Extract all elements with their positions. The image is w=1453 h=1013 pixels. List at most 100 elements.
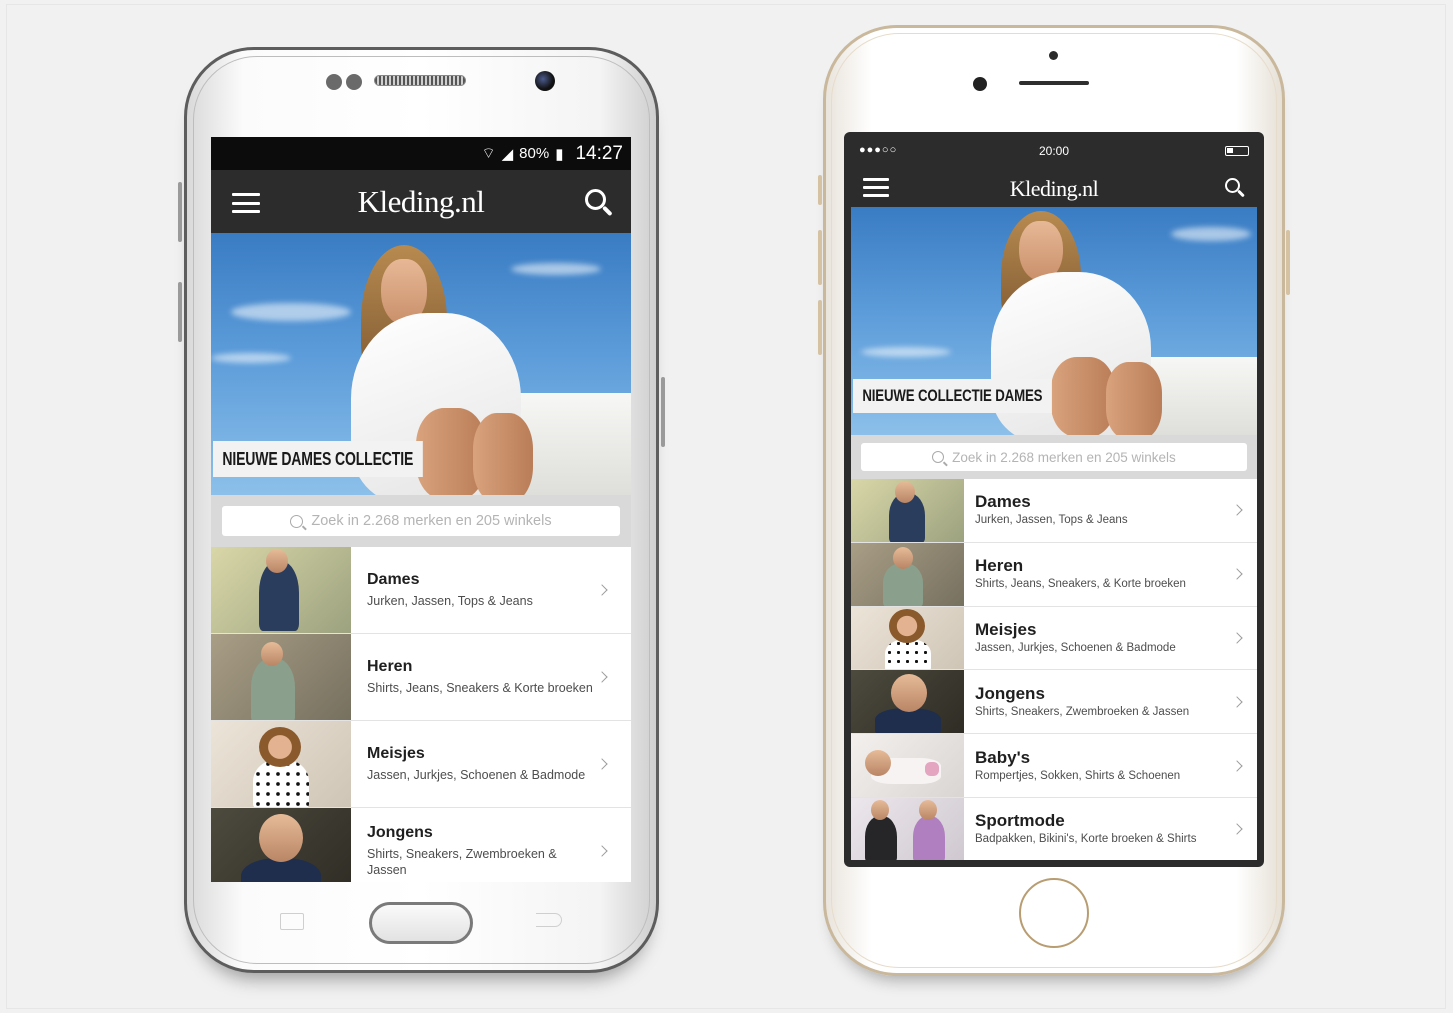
category-row-dames[interactable]: Dames Jurken, Jassen, Tops & Jeans xyxy=(211,547,631,634)
menu-icon[interactable] xyxy=(232,193,260,213)
android-power-button xyxy=(661,377,665,447)
ios-volume-down-button xyxy=(818,300,822,355)
category-text: Dames Jurken, Jassen, Tops & Jeans xyxy=(964,492,1257,528)
android-volume-up-button xyxy=(178,182,182,242)
status-time: 20:00 xyxy=(1038,144,1070,158)
category-subtitle: Jurken, Jassen, Tops & Jeans xyxy=(975,514,1128,527)
ios-screen: ●●●○○ 20:00 Kleding.nl NIEUWE COLLECTIE … xyxy=(844,132,1264,867)
category-image-sportmode xyxy=(851,797,964,860)
ios-status-bar: ●●●○○ 20:00 xyxy=(851,132,1257,170)
category-text: Heren Shirts, Jeans, Sneakers & Korte br… xyxy=(351,658,631,696)
android-front-camera xyxy=(535,71,555,91)
category-image-meisjes xyxy=(211,721,351,807)
category-row-heren[interactable]: Heren Shirts, Jeans, Sneakers, & Korte b… xyxy=(851,542,1257,607)
category-title: Jongens xyxy=(367,823,433,841)
search-input[interactable]: Zoek in 2.268 merken en 205 winkels xyxy=(861,443,1247,471)
category-subtitle: Shirts, Sneakers, Zwembroeken & Jassen xyxy=(975,705,1190,718)
search-input[interactable]: Zoek in 2.268 merken en 205 winkels xyxy=(222,506,620,536)
battery-icon: ▮ xyxy=(555,145,564,163)
category-text: Dames Jurken, Jassen, Tops & Jeans xyxy=(351,571,631,609)
category-row-meisjes[interactable]: Meisjes Jassen, Jurkjes, Schoenen & Badm… xyxy=(211,721,631,808)
ios-mute-switch xyxy=(818,175,822,205)
search-strip: Zoek in 2.268 merken en 205 winkels xyxy=(851,435,1257,479)
category-row-heren[interactable]: Heren Shirts, Jeans, Sneakers & Korte br… xyxy=(211,634,631,721)
category-subtitle: Rompertjes, Sokken, Shirts & Schoenen xyxy=(975,769,1181,782)
category-image-jongens xyxy=(851,670,964,734)
search-icon[interactable] xyxy=(1225,178,1245,198)
category-subtitle: Jurken, Jassen, Tops & Jeans xyxy=(367,593,533,608)
menu-icon[interactable] xyxy=(863,178,889,197)
android-phone: ⌔ ◢ 80% ▮ 14:27 Kleding.nl NIEUWE DAMES … xyxy=(178,47,665,973)
cell-signal-icon: ●●●○○ xyxy=(859,144,898,156)
category-text: Heren Shirts, Jeans, Sneakers, & Korte b… xyxy=(964,556,1257,592)
android-sensors xyxy=(326,74,362,90)
ios-app-header: Kleding.nl xyxy=(851,170,1257,207)
search-field-icon xyxy=(932,451,945,463)
search-field-icon xyxy=(290,514,304,528)
category-image-babys xyxy=(851,734,964,797)
category-text: Sportmode Badpakken, Bikini's, Korte bro… xyxy=(964,811,1257,847)
category-image-dames xyxy=(211,547,351,633)
status-time: 14:27 xyxy=(575,142,623,164)
search-placeholder: Zoek in 2.268 merken en 205 winkels xyxy=(952,449,1176,465)
search-placeholder: Zoek in 2.268 merken en 205 winkels xyxy=(311,513,552,529)
wifi-icon: ⌔ xyxy=(481,145,496,162)
category-image-heren xyxy=(851,542,964,606)
android-volume-down-button xyxy=(178,282,182,342)
category-image-dames xyxy=(851,479,964,542)
category-row-jongens[interactable]: Jongens Shirts, Sneakers, Zwembroeken & … xyxy=(851,670,1257,735)
android-speaker-grille xyxy=(374,75,466,86)
brand-logo[interactable]: Kleding.nl xyxy=(1010,176,1099,202)
android-back-icon[interactable] xyxy=(536,913,562,927)
category-subtitle: Jassen, Jurkjes, Schoenen & Badmode xyxy=(367,767,586,782)
cell-signal-icon: ◢ xyxy=(501,145,514,163)
hero-banner[interactable]: NIEUWE COLLECTIE DAMES xyxy=(851,207,1257,435)
battery-icon xyxy=(1225,146,1249,156)
category-title: Heren xyxy=(367,657,413,675)
category-title: Jongens xyxy=(975,683,1045,703)
category-subtitle: Jassen, Jurkjes, Schoenen & Badmode xyxy=(975,642,1176,655)
category-row-babys[interactable]: Baby's Rompertjes, Sokken, Shirts & Scho… xyxy=(851,734,1257,798)
category-title: Heren xyxy=(975,556,1024,576)
category-text: Meisjes Jassen, Jurkjes, Schoenen & Badm… xyxy=(964,620,1257,656)
ios-front-camera xyxy=(973,77,987,91)
hero-label: NIEUWE DAMES COLLECTIE xyxy=(213,441,423,477)
category-text: Jongens Shirts, Sneakers, Zwembroeken & … xyxy=(351,824,631,879)
category-title: Meisjes xyxy=(367,744,425,762)
category-row-meisjes[interactable]: Meisjes Jassen, Jurkjes, Schoenen & Badm… xyxy=(851,606,1257,671)
category-text: Jongens Shirts, Sneakers, Zwembroeken & … xyxy=(964,684,1257,720)
android-screen: ⌔ ◢ 80% ▮ 14:27 Kleding.nl NIEUWE DAMES … xyxy=(211,137,631,882)
category-text: Baby's Rompertjes, Sokken, Shirts & Scho… xyxy=(964,748,1257,784)
search-icon[interactable] xyxy=(585,189,613,217)
category-subtitle: Shirts, Jeans, Sneakers & Korte broeken xyxy=(367,680,593,695)
category-image-heren xyxy=(211,634,351,720)
category-row-dames[interactable]: Dames Jurken, Jassen, Tops & Jeans xyxy=(851,479,1257,543)
hero-label: NIEUWE COLLECTIE DAMES xyxy=(853,379,1052,413)
category-image-meisjes xyxy=(851,606,964,670)
brand-logo[interactable]: Kleding.nl xyxy=(358,184,485,220)
hero-banner[interactable]: NIEUWE DAMES COLLECTIE xyxy=(211,233,631,495)
category-subtitle: Shirts, Jeans, Sneakers, & Korte broeken xyxy=(975,578,1186,591)
ios-phone: ●●●○○ 20:00 Kleding.nl NIEUWE COLLECTIE … xyxy=(818,25,1290,976)
ios-earpiece xyxy=(1019,81,1089,85)
category-title: Dames xyxy=(367,570,420,588)
search-strip: Zoek in 2.268 merken en 205 winkels xyxy=(211,495,631,547)
category-subtitle: Shirts, Sneakers, Zwembroeken & Jassen xyxy=(367,846,557,877)
category-text: Meisjes Jassen, Jurkjes, Schoenen & Badm… xyxy=(351,745,631,783)
android-status-bar: ⌔ ◢ 80% ▮ 14:27 xyxy=(211,137,631,170)
category-subtitle: Badpakken, Bikini's, Korte broeken & Shi… xyxy=(975,833,1197,846)
category-row-jongens[interactable]: Jongens Shirts, Sneakers, Zwembroeken & … xyxy=(211,808,631,882)
ios-volume-up-button xyxy=(818,230,822,285)
ios-proximity-sensor xyxy=(1049,51,1058,60)
android-home-button[interactable] xyxy=(369,902,473,944)
category-image-jongens xyxy=(211,808,351,882)
category-title: Meisjes xyxy=(975,620,1037,640)
android-recent-apps-icon[interactable] xyxy=(280,913,304,930)
category-row-sportmode[interactable]: Sportmode Badpakken, Bikini's, Korte bro… xyxy=(851,797,1257,860)
ios-home-button[interactable] xyxy=(1019,878,1089,948)
category-title: Baby's xyxy=(975,747,1031,767)
category-title: Dames xyxy=(975,492,1031,512)
ios-power-button xyxy=(1286,230,1290,295)
battery-percentage: 80% xyxy=(519,145,550,162)
android-app-header: Kleding.nl xyxy=(211,170,631,233)
